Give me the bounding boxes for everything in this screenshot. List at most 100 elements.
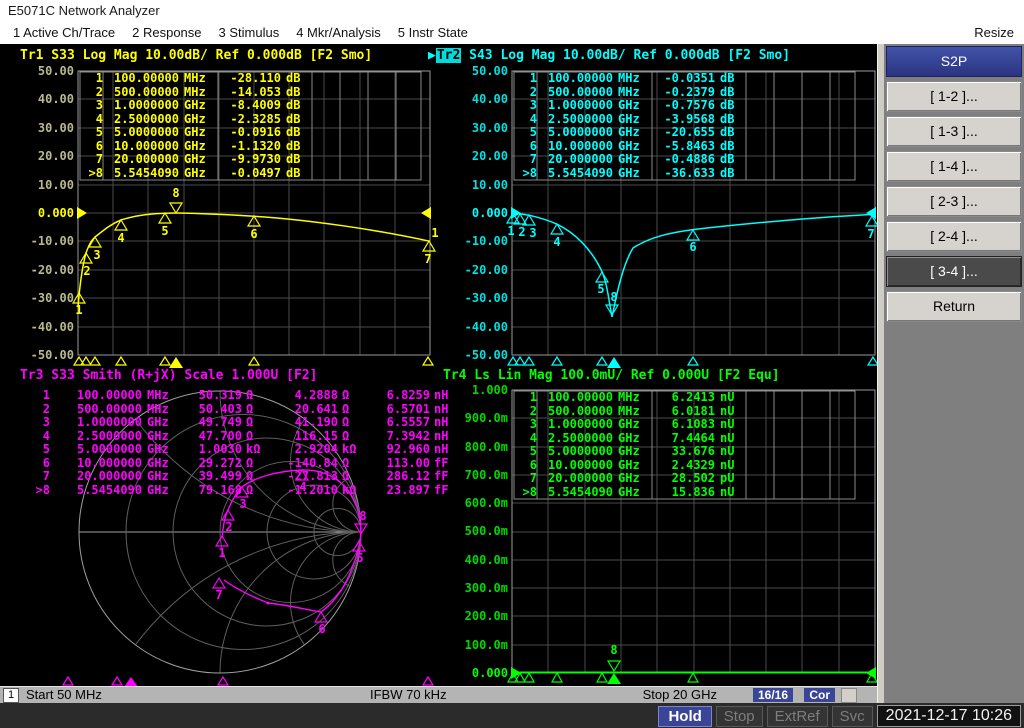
table-row: 1100.00000MHz-0.0351dB <box>514 72 743 86</box>
status-bar: 1 Start 50 MHz IFBW 70 kHz Stop 20 GHz 1… <box>0 686 877 703</box>
table-row: 31.0000000GHz49.749Ω41.190Ω6.5557nH <box>20 416 456 430</box>
table-row: 2500.00000MHz6.0181nU <box>514 405 743 419</box>
table-row: >85.5454090GHz-0.0497dB <box>80 167 309 181</box>
stop-indicator: Stop <box>716 706 763 727</box>
svg-text:6: 6 <box>250 227 257 241</box>
softkey-menu: S2P [ 1-2 ]... [ 1-3 ]... [ 1-4 ]... [ 2-3 … <box>884 44 1024 703</box>
table-row: 42.5000000GHz47.700Ω116.15Ω7.3942nH <box>20 430 456 444</box>
table-row: 610.000000GHz2.4329nU <box>514 459 743 473</box>
table-row: 720.000000GHz28.502pU <box>514 472 743 486</box>
tr1-marker-table: 1100.00000MHz-28.110dB2500.00000MHz-14.0… <box>80 72 309 180</box>
softkey-divider <box>877 44 884 703</box>
table-row: 31.0000000GHz6.1083nU <box>514 418 743 432</box>
table-row: 720.000000GHz-9.9730dB <box>80 153 309 167</box>
svg-text:1: 1 <box>507 224 514 238</box>
table-row: 55.0000000GHz-20.655dB <box>514 126 743 140</box>
instrument-status-bar: Hold Stop ExtRef Svc 2021-12-17 10:26 <box>0 703 1024 728</box>
menu-item[interactable]: 4 Mkr/Analysis <box>292 22 385 44</box>
table-row: 31.0000000GHz-0.7576dB <box>514 99 743 113</box>
tr2-header[interactable]: ▶Tr2 S43 Log Mag 10.00dB/ Ref 0.000dB [F… <box>428 48 790 63</box>
menu-item[interactable]: 1 Active Ch/Trace <box>9 22 119 44</box>
svc-indicator: Svc <box>832 706 873 727</box>
clock: 2021-12-17 10:26 <box>877 705 1021 727</box>
table-row: 2500.00000MHz-14.053dB <box>80 86 309 100</box>
table-row: 55.0000000GHz-0.0916dB <box>80 126 309 140</box>
svg-text:3: 3 <box>529 226 536 240</box>
softkey-button[interactable]: [ 1-3 ]... <box>886 116 1022 147</box>
table-row: 42.5000000GHz7.4464nU <box>514 432 743 446</box>
table-row: 720.000000GHz-0.4886dB <box>514 153 743 167</box>
svg-text:3: 3 <box>93 248 100 262</box>
tr1-y-axis: 50.0040.0030.0020.0010.000.000-10.00-20.… <box>10 63 74 363</box>
table-row: 720.000000GHz39.499Ω-27.813Ω286.12fF <box>20 470 456 484</box>
extref-indicator: ExtRef <box>767 706 828 727</box>
svg-text:7: 7 <box>867 227 874 241</box>
softkey-button[interactable]: [ 2-3 ]... <box>886 186 1022 217</box>
window-title: E5071C Network Analyzer <box>0 0 1024 22</box>
svg-text:2: 2 <box>83 264 90 278</box>
softkey-button[interactable]: [ 1-4 ]... <box>886 151 1022 182</box>
table-row: 610.000000GHz-1.1320dB <box>80 140 309 154</box>
svg-text:7: 7 <box>424 252 431 266</box>
menu-bar: 1 Active Ch/Trace 2 Response 3 Stimulus 4 M… <box>0 22 1024 44</box>
tr4-header[interactable]: Tr4 Ls Lin Mag 100.0mU/ Ref 0.000U [F2 E… <box>443 368 780 383</box>
table-row: 610.000000GHz29.272Ω-140.84Ω113.00fF <box>20 457 456 471</box>
active-trace-arrow-icon: ▶ <box>428 48 436 63</box>
tr3-header[interactable]: Tr3 S33 Smith (R+jX) Scale 1.000U [F2] <box>20 368 317 383</box>
svg-text:5: 5 <box>161 224 168 238</box>
tr4-marker-table: 1100.00000MHz6.2413nU2500.00000MHz6.0181… <box>514 391 743 499</box>
svg-text:2: 2 <box>225 520 232 534</box>
table-row: 1100.00000MHz6.2413nU <box>514 391 743 405</box>
softkey-button[interactable]: [ 3-4 ]... <box>886 256 1022 287</box>
table-row: 42.5000000GHz-3.9568dB <box>514 113 743 127</box>
table-row: 31.0000000GHz-8.4009dB <box>80 99 309 113</box>
correction-badge: Cor <box>804 688 835 702</box>
svg-text:2: 2 <box>518 225 525 239</box>
table-row: 55.0000000GHz1.0030kΩ2.9204kΩ92.960nH <box>20 443 456 457</box>
tr1-header[interactable]: Tr1 S33 Log Mag 10.00dB/ Ref 0.000dB [F2… <box>20 48 372 63</box>
table-row: 42.5000000GHz-2.3285dB <box>80 113 309 127</box>
table-row: 2500.00000MHz50.403Ω20.641Ω6.5701nH <box>20 403 456 417</box>
svg-text:6: 6 <box>318 622 325 636</box>
svg-text:1: 1 <box>75 303 82 317</box>
table-row: 1100.00000MHz-28.110dB <box>80 72 309 86</box>
svg-text:6: 6 <box>689 240 696 254</box>
table-row: 610.000000GHz-5.8463dB <box>514 140 743 154</box>
resize-button[interactable]: Resize <box>970 22 1018 44</box>
svg-text:8: 8 <box>172 186 179 200</box>
status-spare-box <box>841 688 857 703</box>
table-row: >85.5454090GHz79.168Ω-1.2010kΩ23.897fF <box>20 484 456 498</box>
table-row: >85.5454090GHz15.836nU <box>514 486 743 500</box>
return-button[interactable]: Return <box>886 291 1022 322</box>
tr2-y-axis: 50.0040.0030.0020.0010.000.000-10.00-20.… <box>444 63 508 363</box>
svg-text:1: 1 <box>431 226 438 240</box>
softkey-button[interactable]: [ 2-4 ]... <box>886 221 1022 252</box>
table-row: 1100.00000MHz50.319Ω4.2888Ω6.8259nH <box>20 389 456 403</box>
menu-item[interactable]: 5 Instr State <box>394 22 472 44</box>
svg-text:4: 4 <box>117 231 124 245</box>
table-row: 2500.00000MHz-0.2379dB <box>514 86 743 100</box>
svg-text:5: 5 <box>597 282 604 296</box>
channel-indicator: 1 <box>3 688 19 703</box>
svg-text:3: 3 <box>239 497 246 511</box>
stop-frequency[interactable]: Stop 20 GHz <box>643 687 717 703</box>
svg-text:8: 8 <box>610 643 617 657</box>
tr4-markers: 8 <box>508 643 877 684</box>
softkey-menu-title: S2P <box>886 46 1022 77</box>
tr2-marker-table: 1100.00000MHz-0.0351dB2500.00000MHz-0.23… <box>514 72 743 180</box>
svg-text:4: 4 <box>553 235 560 249</box>
start-frequency[interactable]: Start 50 MHz <box>26 687 102 703</box>
menu-item[interactable]: 3 Stimulus <box>215 22 284 44</box>
menu-item[interactable]: 2 Response <box>128 22 205 44</box>
hold-indicator: Hold <box>658 706 711 727</box>
sweep-points-badge: 16/16 <box>753 688 793 702</box>
svg-text:8: 8 <box>359 509 366 523</box>
svg-text:5: 5 <box>356 551 363 565</box>
tr2-markers: 1 2 3 4 5 6 7 8 <box>507 207 877 368</box>
table-row: 55.0000000GHz33.676nU <box>514 445 743 459</box>
ifbw-value[interactable]: IFBW 70 kHz <box>370 687 447 703</box>
svg-text:7: 7 <box>215 588 222 602</box>
tr3-marker-table: 1100.00000MHz50.319Ω4.2888Ω6.8259nH2500.… <box>20 389 456 497</box>
softkey-button[interactable]: [ 1-2 ]... <box>886 81 1022 112</box>
svg-text:1: 1 <box>218 546 225 560</box>
